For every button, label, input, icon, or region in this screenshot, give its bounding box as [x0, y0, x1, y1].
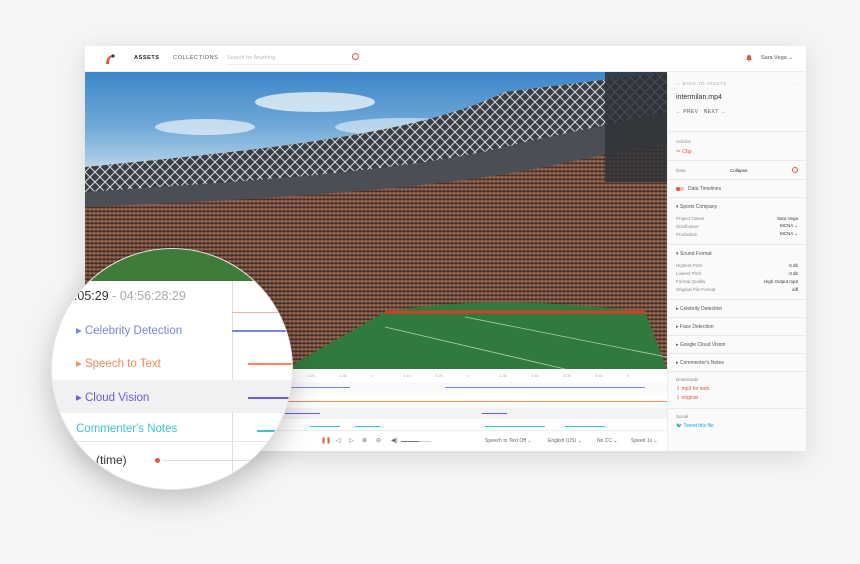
timeline-tick: 3:40 — [595, 373, 603, 378]
timeline-tick: 2:10 — [403, 373, 411, 378]
magnifier-speech-label[interactable]: ▸ Speech to Text — [76, 356, 161, 370]
property-label: Highest Pitch — [676, 262, 703, 268]
property-row: Lowest Pitch -3 db — [668, 269, 806, 277]
property-row: Highest Pitch 6 db — [668, 261, 806, 269]
timeline-tick: 1:20 — [307, 373, 315, 378]
zoom-in-icon[interactable]: ⊕ — [362, 437, 367, 444]
timeline-tick: 2 — [371, 373, 374, 378]
data-timelines-label: Data Timelines — [688, 185, 722, 192]
cc-select[interactable]: No CC ⌄ — [597, 438, 618, 444]
asset-header: ← BACK TO ASSETS ··· intermilan.mp4 ← PR… — [668, 72, 806, 132]
prev-button[interactable]: ← PREV — [676, 109, 698, 115]
property-label: Format Quality — [676, 278, 706, 284]
data-title: Data — [676, 167, 686, 173]
search-input[interactable]: Search for Anything — [227, 52, 359, 65]
property-label: Lowest Pitch — [676, 270, 702, 276]
logo-icon[interactable] — [103, 52, 117, 66]
play-icon[interactable]: ▷ — [349, 437, 354, 444]
magnified-pitch — [52, 249, 292, 281]
scrub-track[interactable] — [162, 460, 292, 461]
volume-icon[interactable]: ◀) — [391, 437, 398, 444]
property-value[interactable]: aiff — [792, 287, 798, 292]
data-timelines-toggle[interactable] — [676, 186, 684, 191]
collapsed-section[interactable]: ▸ Celebrity Detection — [668, 300, 806, 318]
rewind-icon[interactable]: ◁ — [336, 437, 341, 444]
property-value[interactable]: -3 db — [788, 271, 798, 276]
actions-title: Actions — [676, 139, 691, 144]
property-value[interactable]: Sara Vega — [777, 216, 798, 221]
speech-select[interactable]: Speech to Text Off ⌄ — [485, 438, 532, 444]
download-mp3-link[interactable]: ⇩ mp3 for web — [676, 386, 798, 392]
social-title: Social — [676, 414, 689, 419]
property-label: Original File Format — [676, 286, 716, 292]
download-original-label: original — [681, 395, 698, 401]
timeline-magnifier: 08:05:29 - 04:56:28:29 ▸ Celebrity Detec… — [51, 248, 293, 490]
more-icon[interactable]: ··· — [792, 81, 798, 86]
volume-slider[interactable] — [401, 441, 431, 442]
asset-sidebar: ← BACK TO ASSETS ··· intermilan.mp4 ← PR… — [667, 72, 806, 451]
nav-collections[interactable]: COLLECTIONS — [173, 55, 218, 61]
next-button[interactable]: NEXT → — [704, 109, 726, 115]
bell-icon[interactable] — [745, 54, 753, 62]
property-label: Project Owner — [676, 215, 705, 221]
search-icon[interactable] — [352, 53, 359, 60]
sound-format-header[interactable]: ▾ Sound Format — [668, 251, 806, 257]
property-row: Format Quality High Output mp3 — [668, 277, 806, 285]
collapse-button[interactable]: Collapse — [730, 168, 748, 173]
playhead-handle[interactable] — [155, 458, 160, 463]
property-value[interactable]: MCNA ⌄ — [780, 223, 798, 229]
timeline-tick: 2:20 — [435, 373, 443, 378]
user-menu[interactable]: Sara Vega ⌄ — [761, 55, 793, 61]
total-time: - 04:56:28:29 — [112, 289, 186, 303]
tweet-label: Tweet this file — [683, 423, 714, 429]
magnifier-vision-label[interactable]: ▸ Cloud Vision — [76, 390, 149, 404]
property-row: Production MCNA ⌄ — [668, 230, 806, 238]
top-bar: ASSETS COLLECTIONS Search for Anything S… — [85, 46, 806, 72]
tweet-link[interactable]: 🐦 Tweet this file — [676, 423, 798, 429]
property-value[interactable]: 6 db — [789, 263, 798, 268]
collapsed-section[interactable]: ▸ Google Cloud Vision — [668, 336, 806, 354]
search-icon[interactable] — [792, 167, 798, 173]
download-original-link[interactable]: ⇩ original — [676, 395, 798, 401]
language-select[interactable]: English (US) ⌄ — [548, 438, 582, 444]
timeline-tick: 2:30 — [499, 373, 507, 378]
magnifier-time-label: (time) — [96, 453, 127, 467]
asset-filename: intermilan.mp4 — [676, 94, 722, 101]
magnifier-celebrity-label[interactable]: ▸ Celebrity Detection — [76, 323, 182, 337]
downloads-title: Downloads — [676, 377, 699, 382]
nav-assets[interactable]: ASSETS — [134, 55, 160, 61]
property-row: Original File Format aiff — [668, 285, 806, 293]
timeline-tick: 3 — [627, 373, 630, 378]
property-label: Production — [676, 231, 698, 237]
clip-button[interactable]: ✂ Clip — [676, 149, 798, 155]
collapsed-section[interactable]: ▸ Face Detection — [668, 318, 806, 336]
timeline-tick: 2 — [467, 373, 470, 378]
property-value[interactable]: MCNA ⌄ — [780, 231, 798, 237]
timeline-tick: 3:00 — [563, 373, 571, 378]
back-to-assets-link[interactable]: ← BACK TO ASSETS — [676, 81, 727, 86]
property-row: Distribution MCNA ⌄ — [668, 222, 806, 230]
property-row: Project Owner Sara Vega — [668, 214, 806, 222]
property-label: Distribution — [676, 223, 699, 229]
magnifier-timecode: 08:05:29 - 04:56:28:29 — [60, 289, 186, 303]
timeline-tick: 2:40 — [531, 373, 539, 378]
download-mp3-label: mp3 for web — [681, 386, 710, 392]
magnifier-notes-label[interactable]: Commenter's Notes — [76, 423, 177, 435]
timeline-tick: 1:30 — [339, 373, 347, 378]
pause-icon[interactable]: ❚❚ — [321, 437, 331, 444]
collapsed-section[interactable]: ▸ Commenter's Notes — [668, 354, 806, 372]
sports-company-header[interactable]: ▾ Sports Company — [668, 204, 806, 210]
zoom-out-icon[interactable]: ⊖ — [376, 437, 381, 444]
property-value[interactable]: High Output mp3 — [764, 279, 798, 284]
current-time: 08:05:29 — [60, 289, 109, 303]
speed-select[interactable]: Speed 1x ⌄ — [631, 438, 658, 444]
